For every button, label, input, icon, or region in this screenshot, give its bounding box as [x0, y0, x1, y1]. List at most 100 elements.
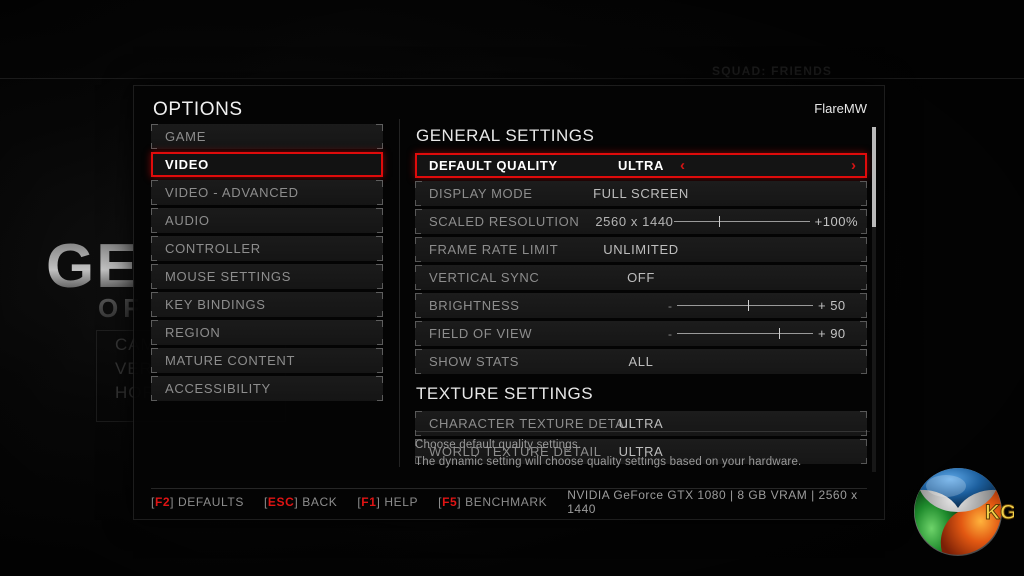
corner-bracket	[377, 367, 383, 373]
sidebar-item-key-bindings[interactable]: KEY BINDINGS	[151, 292, 383, 317]
corner-bracket	[861, 368, 867, 374]
setting-row-vertical-sync[interactable]: VERTICAL SYNC OFF	[415, 265, 867, 290]
setting-slider[interactable]: - +100%	[665, 214, 858, 229]
corner-bracket	[377, 199, 383, 205]
keyboard-hint-benchmark[interactable]: [F5] BENCHMARK	[438, 495, 547, 509]
sidebar-item-region[interactable]: REGION	[151, 320, 383, 345]
texture-settings-heading: TEXTURE SETTINGS	[416, 384, 594, 403]
sidebar-item-mouse-settings[interactable]: MOUSE SETTINGS	[151, 264, 383, 289]
setting-slider[interactable]: - + 50	[668, 298, 858, 313]
setting-row-frame-rate-limit[interactable]: FRAME RATE LIMIT UNLIMITED	[415, 237, 867, 262]
dialog-title: OPTIONS	[153, 99, 243, 120]
description-line-1: Choose default quality settings.	[415, 439, 582, 451]
background-top-divider	[0, 78, 1024, 79]
setting-label: FIELD OF VIEW	[429, 326, 533, 341]
hint-label: DEFAULTS	[178, 495, 244, 509]
corner-bracket	[377, 395, 383, 401]
corner-bracket	[861, 284, 867, 290]
setting-row-display-mode[interactable]: DISPLAY MODE FULL SCREEN	[415, 181, 867, 206]
hint-key-text: ESC	[267, 495, 295, 509]
corner-bracket	[377, 339, 383, 345]
slider-handle[interactable]	[718, 216, 720, 227]
chevron-left-icon[interactable]: ‹	[680, 158, 685, 173]
slider-handle[interactable]	[779, 328, 780, 339]
corner-bracket	[377, 143, 383, 149]
keyboard-hint-defaults[interactable]: [F2] DEFAULTS	[151, 495, 244, 509]
slider-minus-label: -	[664, 214, 669, 229]
dialog-footer: [F2] DEFAULTS [ESC] BACK [F1] HELP [F5] BEN…	[151, 488, 867, 516]
slider-track[interactable]	[677, 328, 813, 339]
squad-status-text: SQUAD: FRIENDS	[712, 64, 833, 78]
hint-key: [F1]	[357, 495, 385, 509]
setting-row-scaled-resolution[interactable]: SCALED RESOLUTION 2560 x 1440- +100%	[415, 209, 867, 234]
slider-minus-label: -	[668, 326, 672, 341]
sidebar-item-label: CONTROLLER	[165, 241, 261, 256]
corner-bracket	[377, 227, 383, 233]
setting-row-default-quality[interactable]: DEFAULT QUALITY ULTRA ‹ ›	[415, 153, 867, 178]
sidebar-item-label: MATURE CONTENT	[165, 353, 296, 368]
sidebar-item-label: MOUSE SETTINGS	[165, 269, 292, 284]
general-settings-list: DEFAULT QUALITY ULTRA ‹ › DISPLAY MODE FULL S…	[415, 153, 867, 374]
sidebar-item-video-advanced[interactable]: VIDEO - ADVANCED	[151, 180, 383, 205]
setting-label: CHARACTER TEXTURE DETAIL	[429, 416, 637, 431]
sidebar-item-label: ACCESSIBILITY	[165, 381, 271, 396]
sidebar-item-label: VIDEO - ADVANCED	[165, 185, 299, 200]
corner-bracket	[377, 283, 383, 289]
corner-bracket	[377, 255, 383, 261]
slider-track[interactable]	[673, 216, 810, 227]
setting-label: DEFAULT QUALITY	[429, 158, 558, 173]
sidebar-item-game[interactable]: GAME	[151, 124, 383, 149]
setting-label: SCALED RESOLUTION	[429, 214, 580, 229]
setting-row-field-of-view[interactable]: FIELD OF VIEW - + 90	[415, 321, 867, 346]
username-label: FlareMW	[814, 101, 867, 116]
chevron-right-icon[interactable]: ›	[851, 158, 856, 173]
corner-bracket	[861, 312, 867, 318]
hint-label: BENCHMARK	[465, 495, 548, 509]
sidebar-item-accessibility[interactable]: ACCESSIBILITY	[151, 376, 383, 401]
slider-value: +100%	[814, 214, 858, 229]
sidebar-item-label: KEY BINDINGS	[165, 297, 266, 312]
hint-label: HELP	[384, 495, 419, 509]
hint-key: [F5]	[438, 495, 466, 509]
keyboard-hint-help[interactable]: [F1] HELP	[357, 495, 418, 509]
corner-bracket	[861, 228, 867, 234]
corner-bracket	[861, 256, 867, 262]
slider-track[interactable]	[677, 300, 813, 311]
sidebar-item-label: GAME	[165, 129, 207, 144]
setting-label: VERTICAL SYNC	[429, 270, 540, 285]
sidebar-item-audio[interactable]: AUDIO	[151, 208, 383, 233]
kitguru-logo-watermark: KG	[902, 456, 1017, 568]
game-logo: GE OF	[46, 238, 144, 321]
slider-value: + 90	[818, 326, 846, 341]
setting-label: BRIGHTNESS	[429, 298, 520, 313]
sidebar-item-mature-content[interactable]: MATURE CONTENT	[151, 348, 383, 373]
game-logo-main: GE	[46, 232, 140, 301]
corner-bracket	[861, 340, 867, 346]
settings-scrollbar-thumb[interactable]	[872, 127, 876, 227]
hint-key-text: F5	[442, 495, 458, 509]
setting-row-brightness[interactable]: BRIGHTNESS - + 50	[415, 293, 867, 318]
keyboard-hint-back[interactable]: [ESC] BACK	[264, 495, 337, 509]
sidebar-item-controller[interactable]: CONTROLLER	[151, 236, 383, 261]
setting-description: Choose default quality settings. The dyn…	[415, 431, 870, 470]
corner-bracket	[377, 311, 383, 317]
options-dialog: OPTIONS FlareMW GAME VIDEO VIDEO - ADVANCE…	[133, 85, 885, 520]
settings-scrollbar[interactable]	[872, 127, 876, 472]
setting-slider[interactable]: - + 90	[668, 326, 858, 341]
hint-key-text: F1	[361, 495, 377, 509]
sidebar-item-label: AUDIO	[165, 213, 210, 228]
sidebar-item-label: REGION	[165, 325, 221, 340]
general-settings-heading: GENERAL SETTINGS	[416, 126, 595, 145]
setting-label: SHOW STATS	[429, 354, 520, 369]
setting-row-show-stats[interactable]: SHOW STATS ALL	[415, 349, 867, 374]
sidebar-item-video[interactable]: VIDEO	[151, 152, 383, 177]
options-sidebar: GAME VIDEO VIDEO - ADVANCED AUDIO CONTROLLER…	[151, 124, 383, 404]
panel-divider	[399, 119, 400, 467]
hint-key-text: F2	[154, 495, 171, 509]
hint-key: [ESC]	[263, 495, 303, 509]
hardware-info-label: NVIDIA GeForce GTX 1080 | 8 GB VRAM | 25…	[567, 488, 858, 516]
description-line-2: The dynamic setting will choose quality …	[415, 455, 802, 468]
kitguru-logo-text: KG	[985, 501, 1014, 524]
corner-bracket	[861, 200, 867, 206]
slider-handle[interactable]	[747, 300, 749, 311]
